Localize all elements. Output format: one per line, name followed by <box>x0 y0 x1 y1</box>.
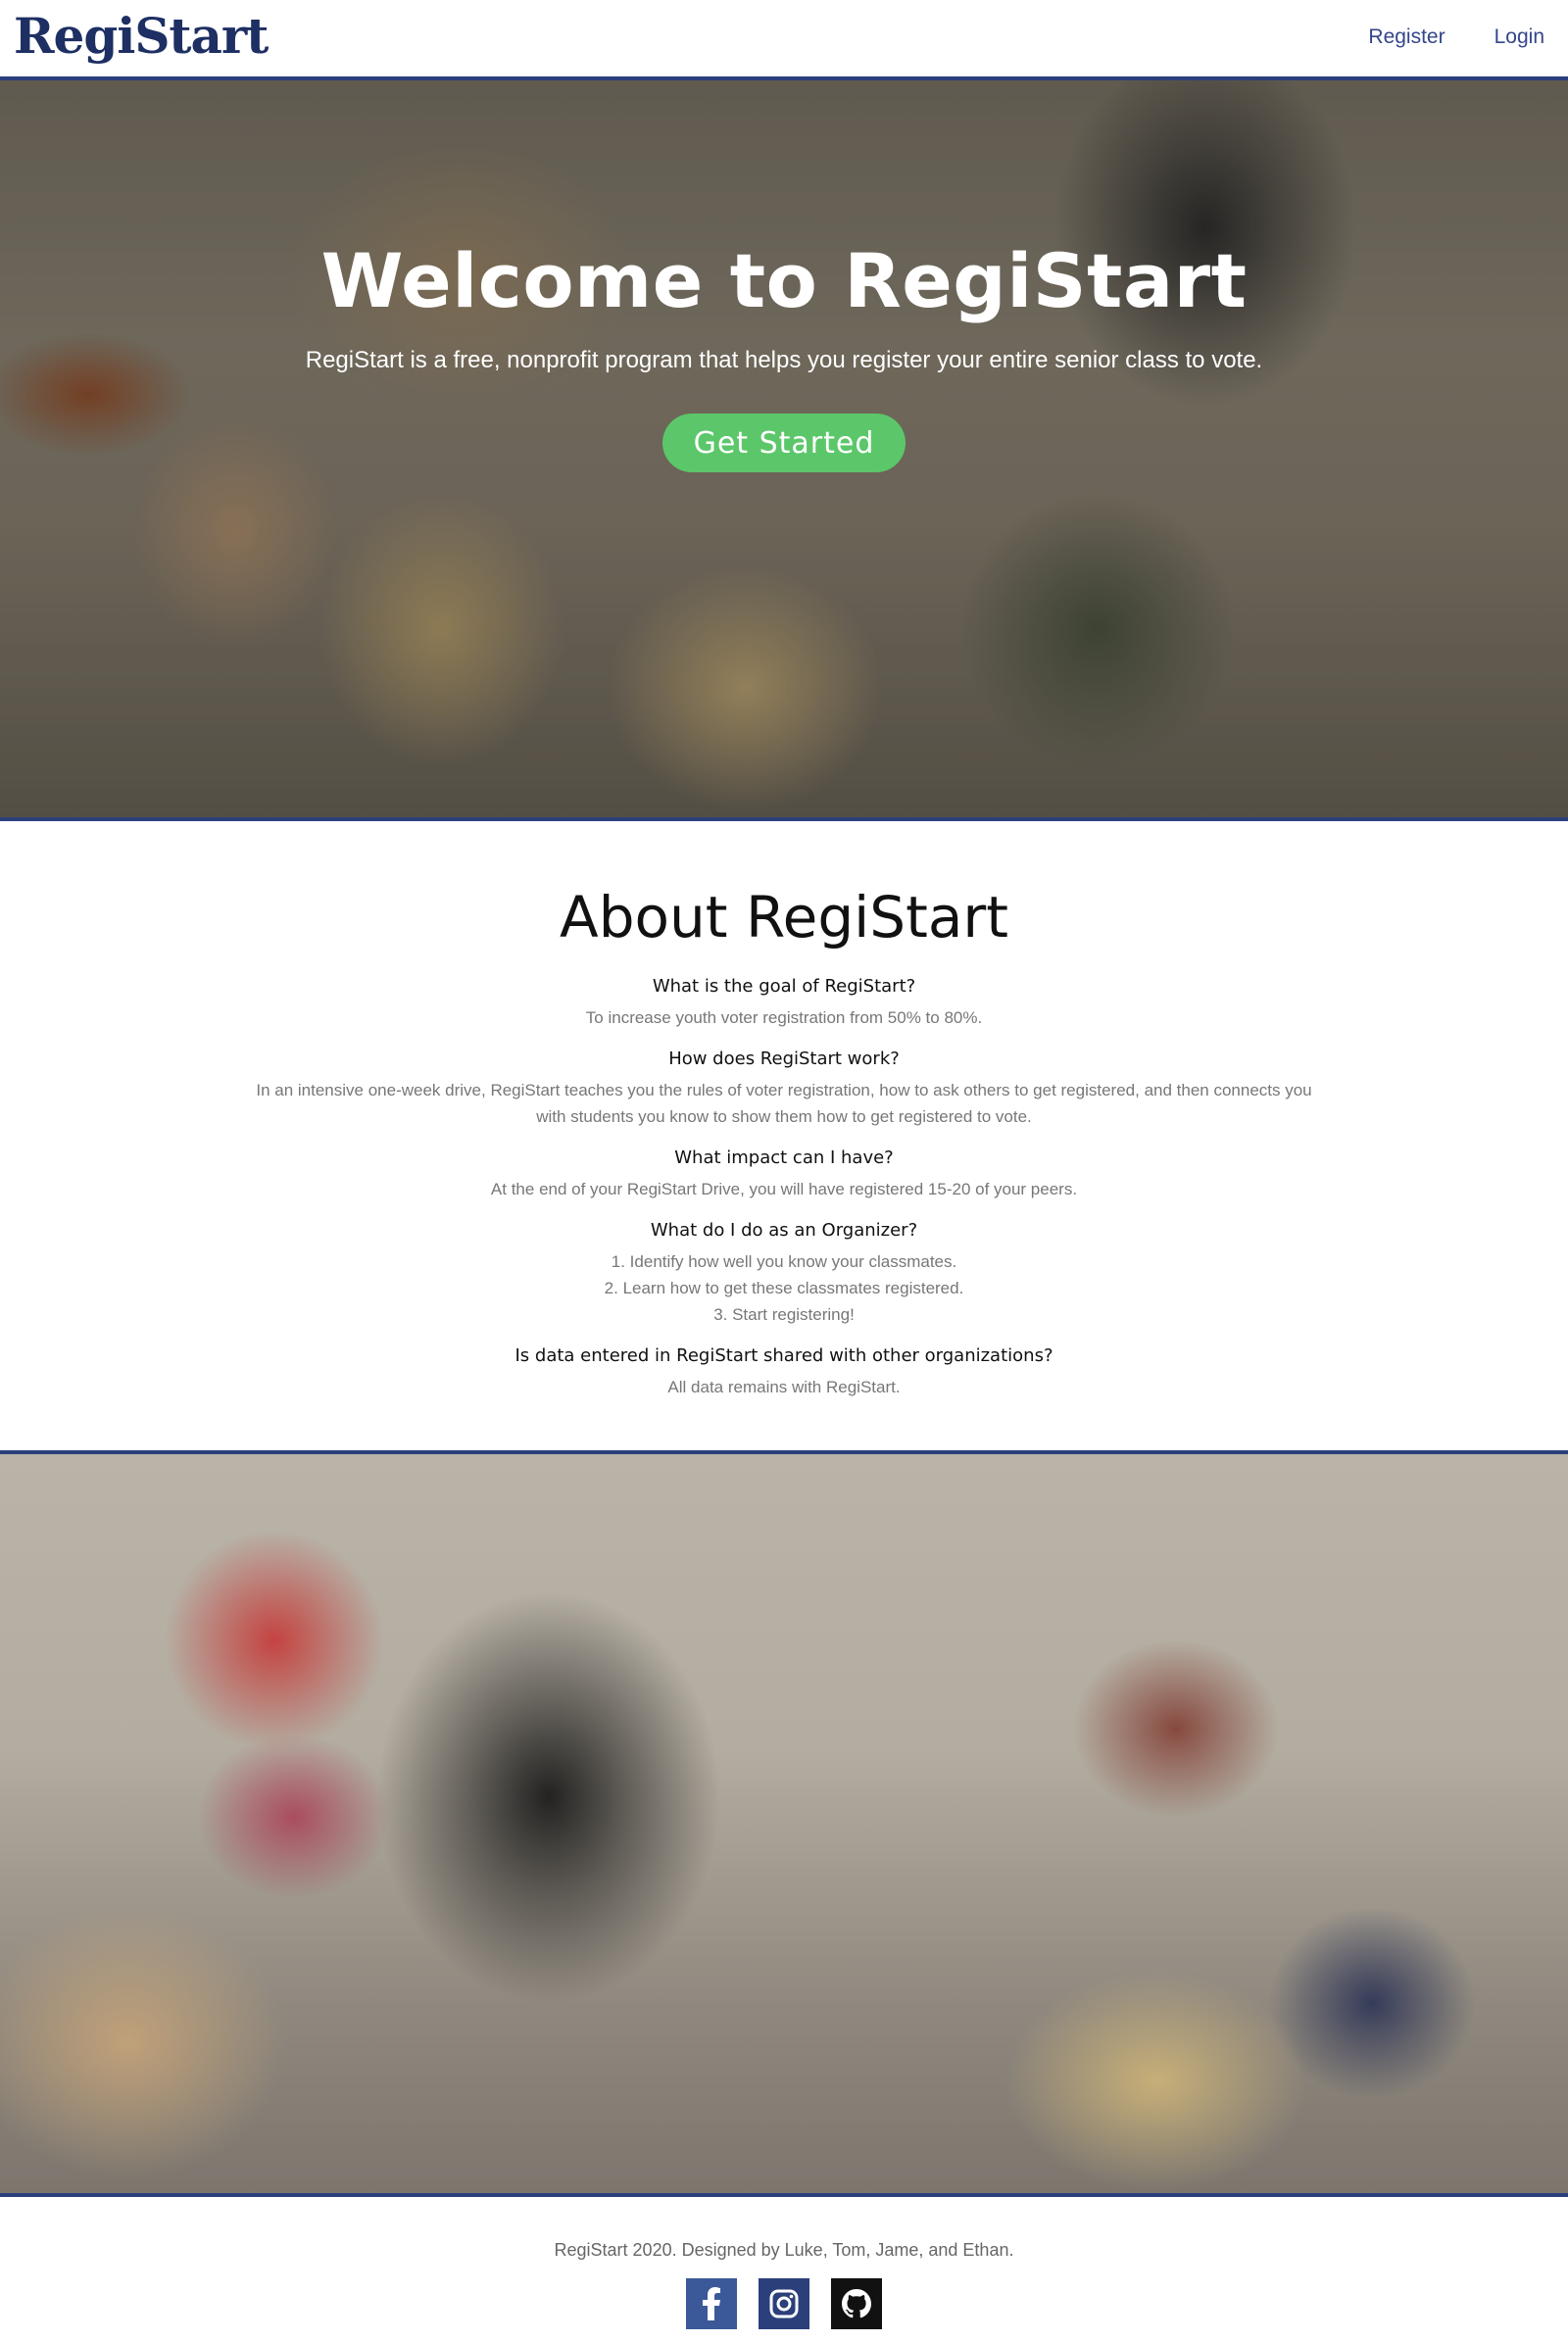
facebook-icon[interactable] <box>686 2278 737 2329</box>
social-links <box>686 2278 882 2329</box>
classroom-photo <box>0 1450 1568 2197</box>
about-title: About RegiStart <box>560 884 1008 951</box>
faq-item: What impact can I have? At the end of yo… <box>0 1147 1568 1202</box>
faq-answer: All data remains with RegiStart. <box>667 1378 901 1396</box>
faq-item: What is the goal of RegiStart? To increa… <box>0 976 1568 1031</box>
navbar: RegiStart Register Login <box>0 0 1568 80</box>
faq-question: How does RegiStart work? <box>668 1049 900 1069</box>
nav-links: Register Login <box>1368 25 1544 49</box>
faq-question: Is data entered in RegiStart shared with… <box>514 1345 1054 1366</box>
logo[interactable]: RegiStart <box>14 4 269 69</box>
register-link[interactable]: Register <box>1368 25 1445 49</box>
faq-answer: 3. Start registering! <box>713 1305 855 1324</box>
about-section: About RegiStart What is the goal of Regi… <box>0 825 1568 1450</box>
github-icon[interactable] <box>831 2278 882 2329</box>
faq-answer: 2. Learn how to get these classmates reg… <box>604 1279 964 1297</box>
faq-answer: 1. Identify how well you know your class… <box>611 1252 957 1271</box>
faq-answer: In an intensive one-week drive, RegiStar… <box>256 1081 1312 1099</box>
login-link[interactable]: Login <box>1494 25 1544 49</box>
faq-answer: To increase youth voter registration fro… <box>585 1008 983 1027</box>
faq-item: What do I do as an Organizer? 1. Identif… <box>0 1220 1568 1328</box>
faq-item: How does RegiStart work? In an intensive… <box>0 1049 1568 1130</box>
hero-subtitle: RegiStart is a free, nonprofit program t… <box>305 347 1263 373</box>
faq-item: Is data entered in RegiStart shared with… <box>0 1345 1568 1400</box>
faq-question: What do I do as an Organizer? <box>650 1220 918 1241</box>
footer: RegiStart 2020. Designed by Luke, Tom, J… <box>0 2201 1568 2342</box>
faq-question: What impact can I have? <box>674 1147 894 1168</box>
instagram-icon[interactable] <box>759 2278 809 2329</box>
faq-question: What is the goal of RegiStart? <box>652 976 916 997</box>
faq-answer: At the end of your RegiStart Drive, you … <box>490 1180 1078 1198</box>
hero-banner: Welcome to RegiStart RegiStart is a free… <box>0 80 1568 821</box>
footer-credits: RegiStart 2020. Designed by Luke, Tom, J… <box>554 2240 1014 2260</box>
faq-answer: with students you know to show them how … <box>536 1107 1032 1126</box>
get-started-button[interactable]: Get Started <box>662 414 906 472</box>
hero-title: Welcome to RegiStart <box>320 237 1248 324</box>
